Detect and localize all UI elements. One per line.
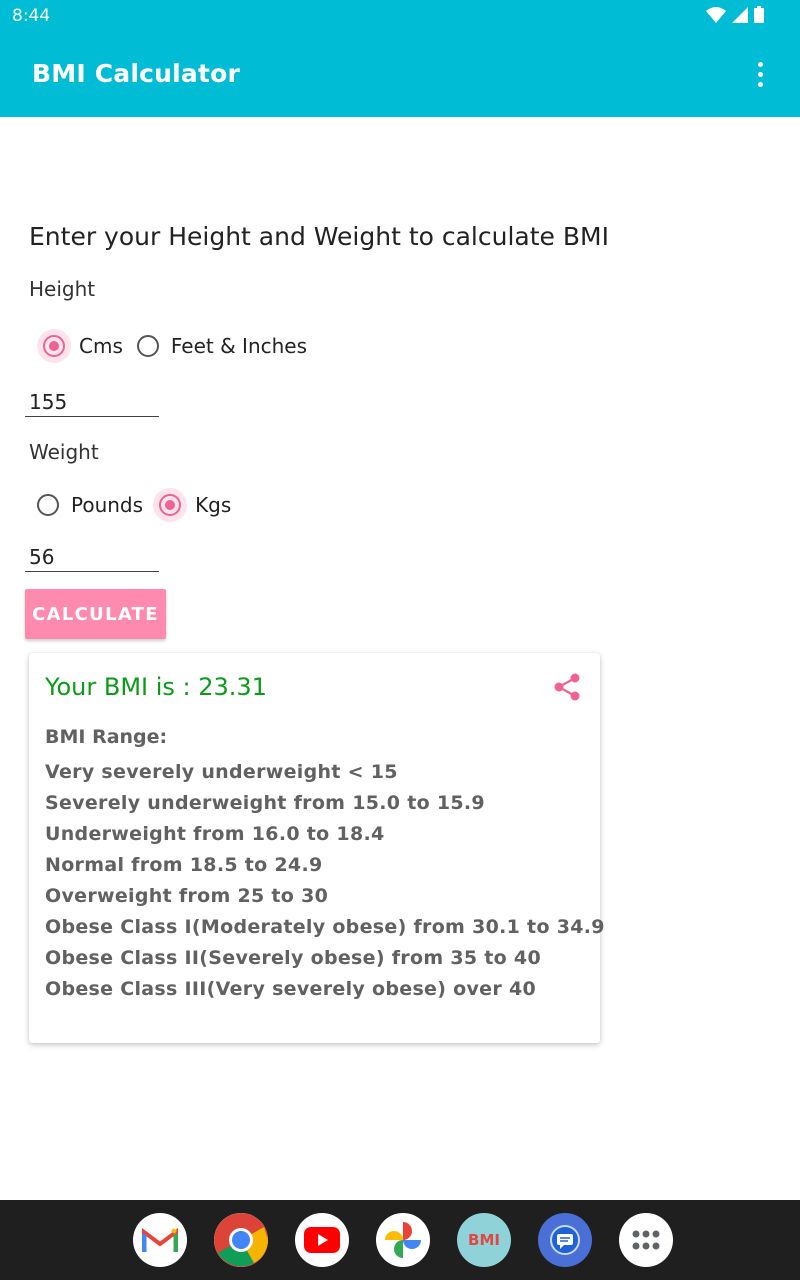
chrome-icon[interactable]	[214, 1213, 268, 1267]
radio-pounds-circle	[37, 494, 59, 516]
app-title: BMI Calculator	[32, 59, 241, 88]
bmi-range-title: BMI Range:	[45, 726, 168, 748]
bmi-range-item: Severely underweight from 15.0 to 15.9	[45, 792, 485, 814]
messages-icon[interactable]	[538, 1213, 592, 1267]
bmi-range-item: Overweight from 25 to 30	[45, 885, 329, 907]
chrome-glyph	[214, 1213, 268, 1267]
radio-cms[interactable]: Cms	[37, 329, 123, 363]
height-unit-group: Cms Feet & Inches	[37, 329, 307, 363]
result-card: Your BMI is : 23.31 BMI Range: Very seve…	[29, 653, 604, 1043]
bmi-range-list: Very severely underweight < 15 Severely …	[45, 757, 605, 1005]
weight-label: Weight	[29, 440, 99, 464]
bmi-range-item: Underweight from 16.0 to 18.4	[45, 823, 385, 845]
messages-glyph	[550, 1225, 580, 1255]
photos-icon[interactable]	[376, 1213, 430, 1267]
youtube-icon[interactable]	[295, 1213, 349, 1267]
height-label: Height	[29, 277, 96, 301]
app-dock: BMI	[133, 1213, 673, 1267]
battery-icon	[754, 6, 764, 23]
bmi-result: Your BMI is : 23.31	[45, 673, 267, 701]
wifi-icon	[706, 6, 726, 23]
bmi-app-icon-text: BMI	[468, 1231, 500, 1249]
bmi-range-item: Normal from 18.5 to 24.9	[45, 854, 323, 876]
share-icon[interactable]	[552, 672, 582, 702]
height-input[interactable]	[25, 387, 159, 417]
bmi-range-item: Obese Class I(Moderately obese) from 30.…	[45, 916, 605, 938]
radio-feet-inches[interactable]: Feet & Inches	[136, 334, 308, 358]
nav-bar: BMI	[0, 1200, 800, 1280]
radio-cms-circle	[43, 335, 65, 357]
bmi-range-item: Obese Class II(Severely obese) from 35 t…	[45, 947, 541, 969]
radio-cms-label: Cms	[79, 334, 123, 358]
youtube-glyph	[304, 1227, 340, 1253]
radio-feet-inches-circle	[136, 335, 159, 357]
radio-feet-inches-label: Feet & Inches	[170, 334, 308, 358]
radio-kgs[interactable]: Kgs	[153, 488, 231, 522]
app-drawer-icon[interactable]	[619, 1213, 673, 1267]
gmail-icon[interactable]	[133, 1213, 187, 1267]
radio-pounds-label: Pounds	[71, 493, 144, 517]
status-icons	[706, 6, 764, 23]
signal-icon	[732, 6, 748, 23]
app-bar: BMI Calculator	[0, 32, 800, 117]
weight-input[interactable]	[25, 542, 159, 572]
bmi-app-icon[interactable]: BMI	[457, 1213, 511, 1267]
overflow-menu-icon[interactable]	[750, 60, 770, 90]
bmi-range-item: Very severely underweight < 15	[45, 761, 398, 783]
radio-kgs-circle	[159, 494, 182, 516]
form-heading: Enter your Height and Weight to calculat…	[29, 222, 609, 251]
status-time: 8:44	[12, 6, 51, 26]
status-bar: 8:44	[0, 0, 800, 32]
weight-unit-group: Pounds Kgs	[37, 488, 231, 522]
calculate-button[interactable]: CALCULATE	[25, 589, 166, 639]
radio-kgs-label: Kgs	[195, 493, 232, 517]
radio-pounds[interactable]: Pounds	[37, 493, 143, 517]
bmi-range-item: Obese Class III(Very severely obese) ove…	[45, 978, 536, 1000]
gmail-glyph	[142, 1228, 178, 1252]
photos-glyph	[385, 1222, 421, 1258]
app-drawer-glyph	[632, 1230, 660, 1250]
